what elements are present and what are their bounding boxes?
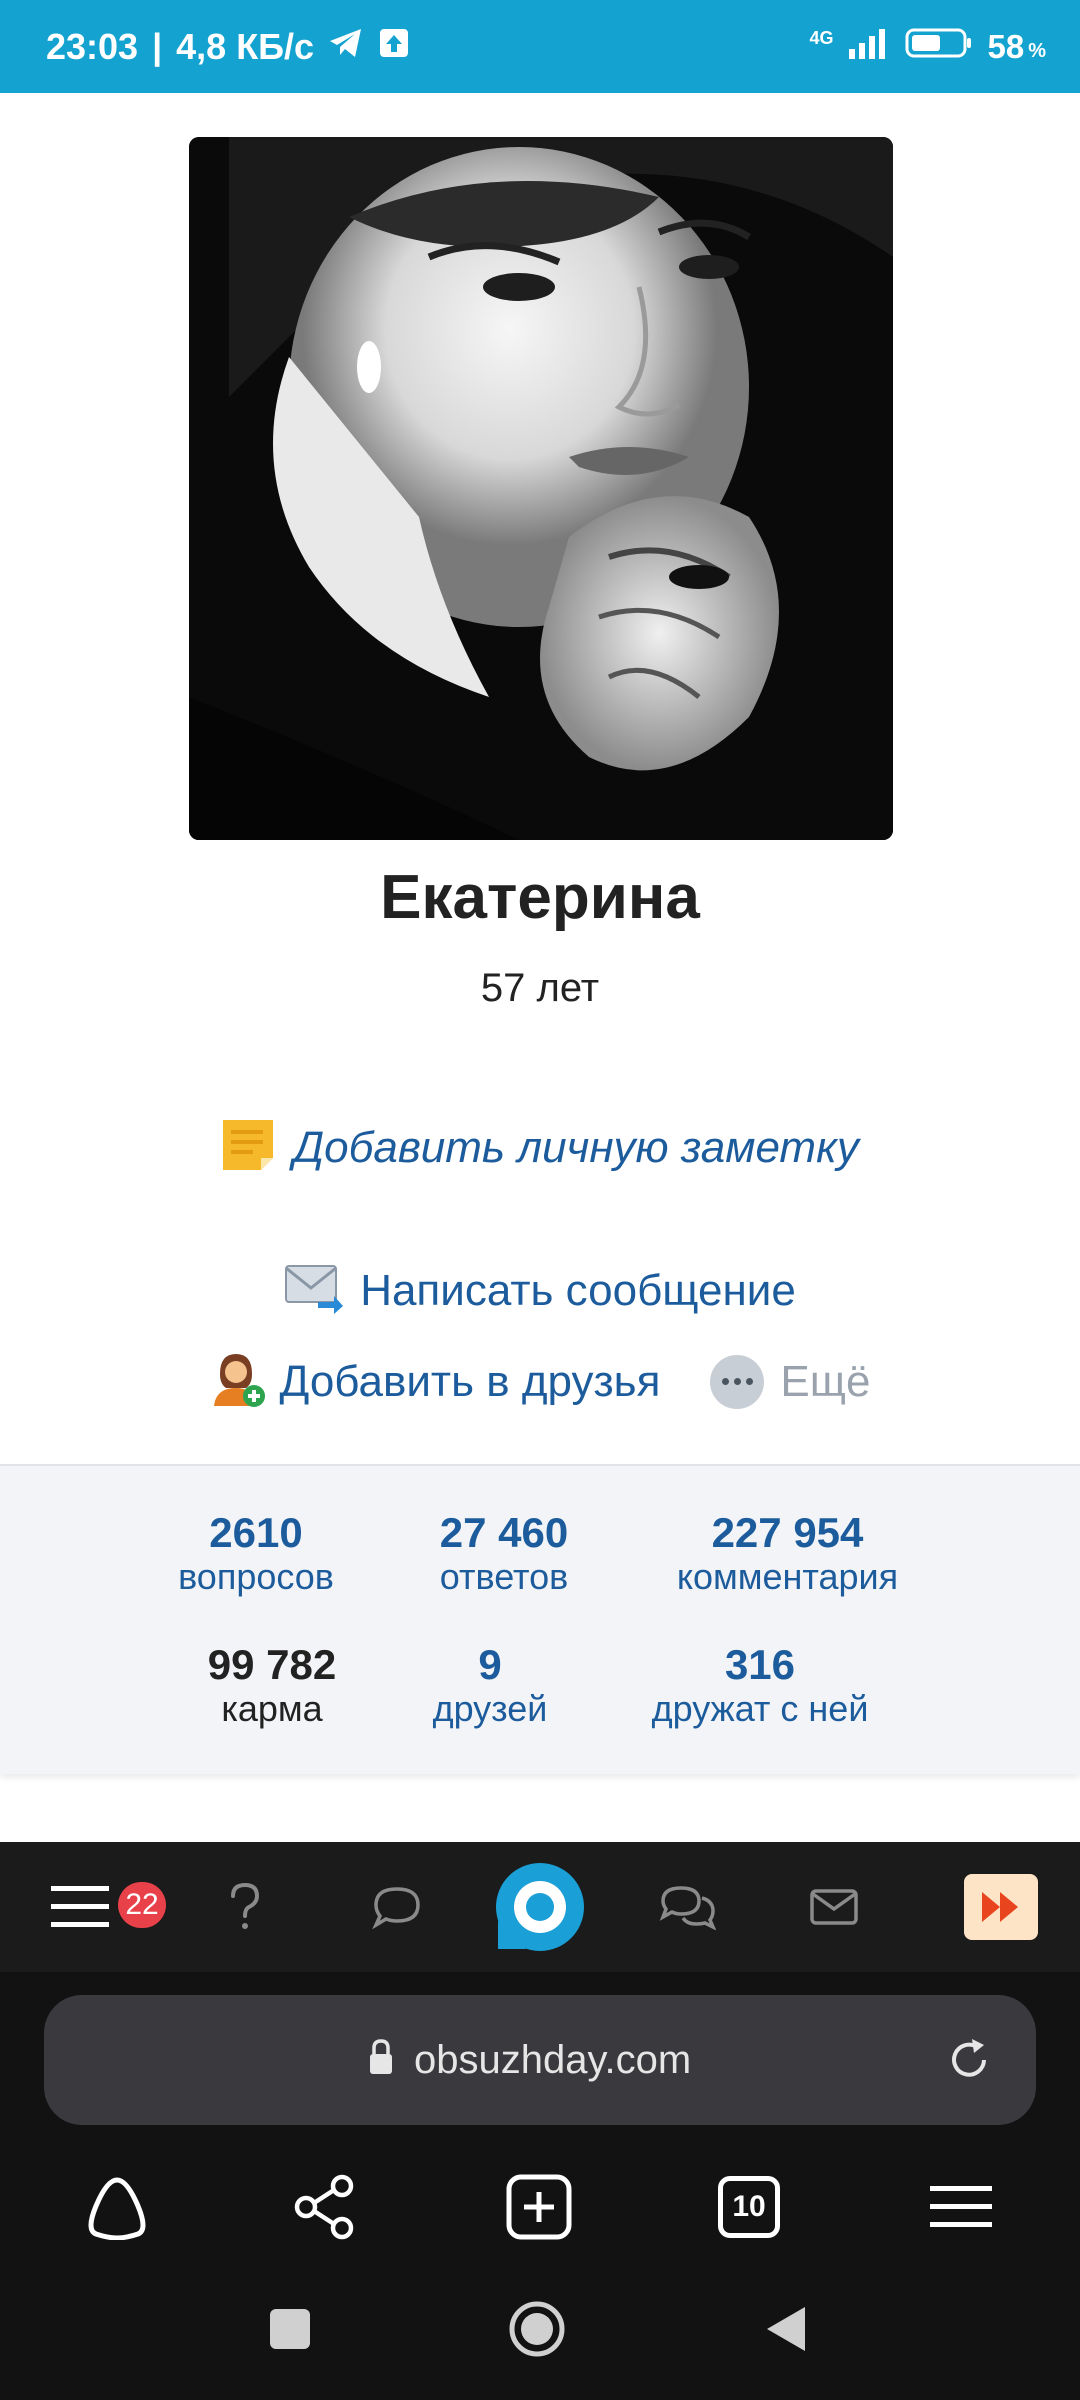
stat-value: 2610 <box>209 1509 303 1556</box>
new-tab-button[interactable] <box>494 2162 584 2252</box>
profile-photo-art <box>189 137 893 840</box>
answers-button[interactable] <box>357 1842 437 1972</box>
profile-photo[interactable] <box>189 137 893 840</box>
stat-label: ответов <box>439 1556 569 1597</box>
home-button[interactable] <box>502 2294 572 2364</box>
profile-name: Екатерина <box>380 863 700 932</box>
back-button[interactable] <box>750 2294 820 2364</box>
address-bar[interactable]: obsuzhday.com <box>44 1995 1036 2125</box>
stat-value: 316 <box>724 1641 796 1688</box>
question-icon <box>231 1882 260 1929</box>
stat-followers[interactable]: 316 дружат с ней <box>620 1642 900 1730</box>
stat-questions[interactable]: 2610 вопросов <box>156 1510 356 1598</box>
plus-square-icon <box>506 2174 572 2240</box>
network-speed: 4,8 КБ/с <box>176 25 315 67</box>
add-friend-link[interactable]: Добавить в друзья <box>210 1350 661 1413</box>
square-icon <box>270 2309 310 2349</box>
stat-karma: 99 782 карма <box>172 1642 372 1730</box>
back-triangle-icon <box>767 2307 805 2351</box>
battery-level: 58 <box>987 27 1025 65</box>
fast-forward-icon <box>964 1874 1038 1940</box>
stat-label: друзей <box>432 1688 548 1729</box>
status-left: 23:03 | 4,8 КБ/с <box>46 0 410 93</box>
chat-bubble-icon <box>372 1887 420 1929</box>
stat-comments[interactable]: 227 954 комментария <box>640 1510 935 1598</box>
stat-value: 227 954 <box>711 1509 864 1556</box>
add-friend-label: Добавить в друзья <box>279 1356 661 1406</box>
telegram-icon <box>328 26 364 68</box>
mail-icon <box>810 1889 858 1925</box>
share-button[interactable] <box>280 2162 370 2252</box>
stat-answers[interactable]: 27 460 ответов <box>404 1510 604 1598</box>
stat-value: 99 782 <box>207 1641 337 1688</box>
upload-icon <box>378 26 410 68</box>
stats-panel: 2610 вопросов 27 460 ответов 227 954 ком… <box>0 1464 1080 1774</box>
home-logo-button[interactable] <box>490 1842 590 1972</box>
add-note-link[interactable]: Добавить личную заметку <box>0 1118 1080 1177</box>
lock-icon <box>366 2038 396 2083</box>
stat-label: комментария <box>676 1556 899 1597</box>
tabs-button[interactable]: 10 <box>704 2162 794 2252</box>
alice-logo-icon <box>88 2177 146 2240</box>
menu-icon <box>930 2186 992 2227</box>
stat-label: вопросов <box>178 1556 334 1597</box>
stat-friends[interactable]: 9 друзей <box>390 1642 590 1730</box>
more-button[interactable]: Ещё <box>710 1354 871 1409</box>
fast-forward-button[interactable] <box>964 1842 1038 1972</box>
send-message-label: Написать сообщение <box>360 1265 796 1315</box>
more-dots-icon <box>710 1354 765 1409</box>
site-logo-icon <box>496 1863 584 1951</box>
hamburger-icon <box>51 1886 109 1927</box>
menu-button[interactable] <box>40 1842 120 1972</box>
url-text: obsuzhday.com <box>414 2037 692 2082</box>
profile-age: 57 лет <box>480 966 600 1010</box>
clock: 23:03 <box>46 25 139 67</box>
stat-value: 9 <box>478 1641 502 1688</box>
site-bottom-nav: 22 <box>0 1842 1080 1972</box>
browser-home-button[interactable] <box>72 2162 162 2252</box>
add-friend-icon <box>210 1350 266 1413</box>
browser-chrome: obsuzhday.com 10 <box>0 1972 1080 2400</box>
reload-icon[interactable] <box>944 2035 994 2090</box>
battery-icon <box>905 27 973 67</box>
questions-button[interactable] <box>210 1842 280 1972</box>
messages-button[interactable] <box>794 1842 874 1972</box>
menu-badge: 22 <box>118 1882 166 1928</box>
sticky-note-icon <box>221 1118 275 1177</box>
stat-value: 27 460 <box>439 1509 569 1556</box>
send-message-link[interactable]: Написать сообщение <box>0 1262 1080 1319</box>
stat-label: дружат с ней <box>651 1688 869 1729</box>
tabs-count: 10 <box>718 2176 780 2238</box>
network-type: 4G <box>809 28 834 48</box>
status-right: 4G 58 % <box>809 0 1046 93</box>
status-separator: | <box>152 25 163 67</box>
circle-icon <box>509 2301 565 2357</box>
friend-actions: Добавить в друзья Ещё <box>0 1350 1080 1413</box>
recents-button[interactable] <box>255 2294 325 2364</box>
stat-label: карма <box>221 1688 323 1729</box>
battery-unit: % <box>1028 40 1046 62</box>
share-icon <box>294 2174 354 2240</box>
envelope-icon <box>284 1262 344 1319</box>
discussions-button[interactable] <box>648 1842 728 1972</box>
signal-icon <box>847 27 891 67</box>
add-note-label: Добавить личную заметку <box>293 1122 859 1172</box>
browser-menu-button[interactable] <box>916 2162 1006 2252</box>
more-label: Ещё <box>780 1356 871 1406</box>
discussions-icon <box>659 1886 717 1930</box>
status-bar: 23:03 | 4,8 КБ/с 4G 58 % <box>0 0 1080 93</box>
